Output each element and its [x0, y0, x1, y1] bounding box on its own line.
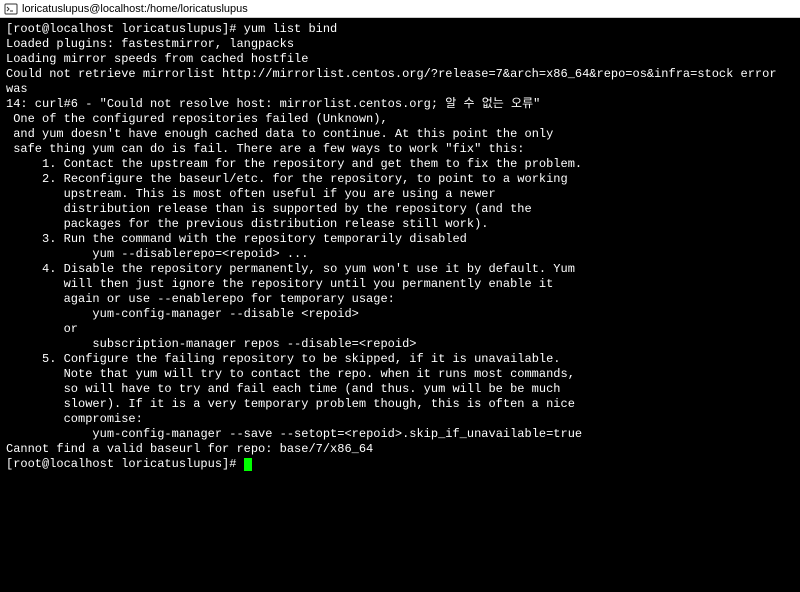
output-line: 2. Reconfigure the baseurl/etc. for the … — [6, 172, 794, 187]
output-line: 14: curl#6 - "Could not resolve host: mi… — [6, 97, 794, 112]
output-line: 5. Configure the failing repository to b… — [6, 352, 794, 367]
output-line: will then just ignore the repository unt… — [6, 277, 794, 292]
window-titlebar: loricatuslupus@localhost:/home/loricatus… — [0, 0, 800, 18]
output-line: Could not retrieve mirrorlist http://mir… — [6, 67, 794, 97]
output-line: and yum doesn't have enough cached data … — [6, 127, 794, 142]
output-line: distribution release than is supported b… — [6, 202, 794, 217]
output-line: subscription-manager repos --disable=<re… — [6, 337, 794, 352]
output-line: yum-config-manager --save --setopt=<repo… — [6, 427, 794, 442]
output-line: packages for the previous distribution r… — [6, 217, 794, 232]
output-line: safe thing yum can do is fail. There are… — [6, 142, 794, 157]
terminal-icon — [4, 2, 18, 16]
output-line: 4. Disable the repository permanently, s… — [6, 262, 794, 277]
output-line: 3. Run the command with the repository t… — [6, 232, 794, 247]
output-line: Loaded plugins: fastestmirror, langpacks — [6, 37, 794, 52]
window-title: loricatuslupus@localhost:/home/loricatus… — [22, 3, 248, 15]
output-line: Note that yum will try to contact the re… — [6, 367, 794, 382]
output-line: so will have to try and fail each time (… — [6, 382, 794, 397]
output-line: Loading mirror speeds from cached hostfi… — [6, 52, 794, 67]
cursor — [244, 458, 252, 471]
output-line: upstream. This is most often useful if y… — [6, 187, 794, 202]
output-line: or — [6, 322, 794, 337]
output-line: slower). If it is a very temporary probl… — [6, 397, 794, 412]
terminal-output[interactable]: [root@localhost loricatuslupus]# yum lis… — [0, 18, 800, 592]
prompt: [root@localhost loricatuslupus]# — [6, 22, 244, 36]
command: yum list bind — [244, 22, 338, 36]
prompt: [root@localhost loricatuslupus]# — [6, 457, 244, 471]
output-line: One of the configured repositories faile… — [6, 112, 794, 127]
output-line: again or use --enablerepo for temporary … — [6, 292, 794, 307]
output-line: yum --disablerepo=<repoid> ... — [6, 247, 794, 262]
output-line: 1. Contact the upstream for the reposito… — [6, 157, 794, 172]
output-line: Cannot find a valid baseurl for repo: ba… — [6, 442, 794, 457]
output-line: yum-config-manager --disable <repoid> — [6, 307, 794, 322]
output-line: compromise: — [6, 412, 794, 427]
